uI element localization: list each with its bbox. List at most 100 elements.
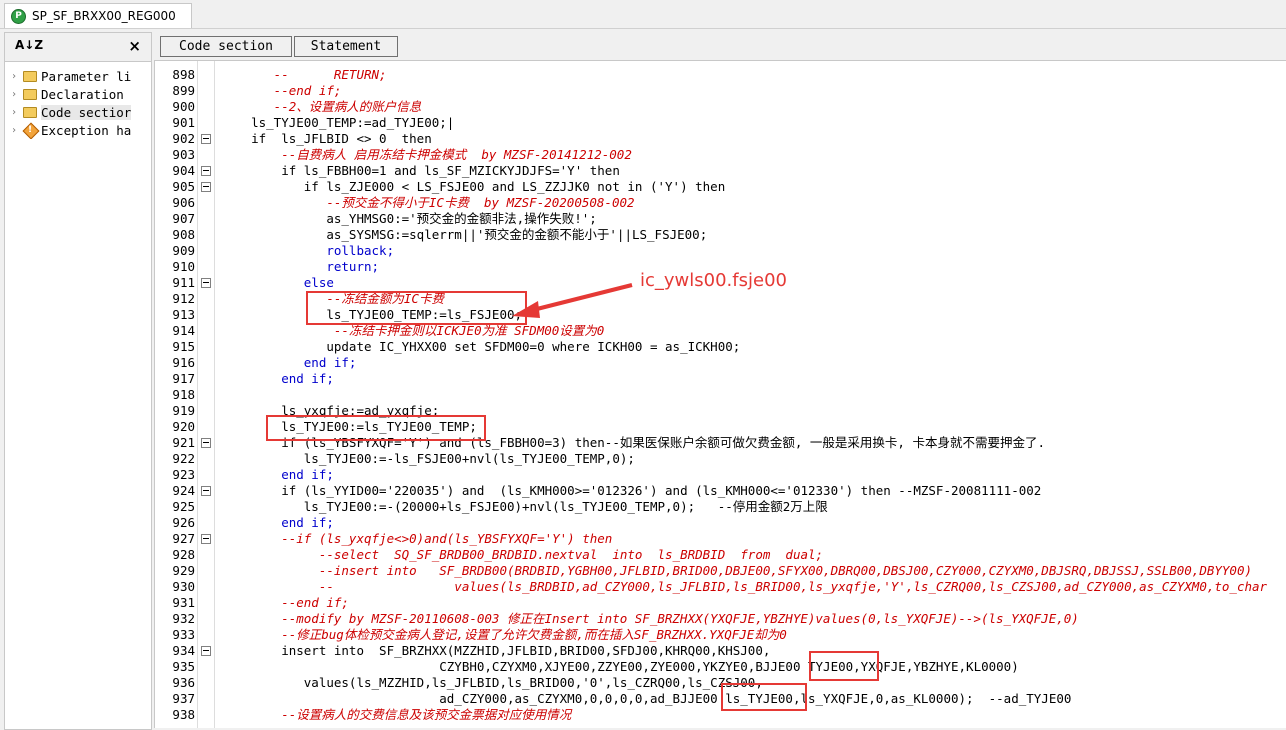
code-text: if ls_ZJE000 < LS_FSJE00 and LS_ZZJJK0 n… <box>221 179 726 194</box>
line-number: 925 <box>172 499 195 514</box>
tree-item-label: Exception ha <box>41 122 132 138</box>
line-number: 926 <box>172 515 195 530</box>
line-number: 917 <box>172 371 195 386</box>
highlight-box-937 <box>721 683 807 711</box>
chevron-right-icon[interactable]: › <box>11 107 21 118</box>
line-number: 937 <box>172 691 195 706</box>
code-text: ls_TYJE00:=-(20000+ls_FSJE00)+nvl(ls_TYJ… <box>221 499 828 514</box>
line-number: 920 <box>172 419 195 434</box>
code-text: CZYBH0,CZYXM0,XJYE00,ZZYE00,ZYE000,YKZYE… <box>221 659 1019 674</box>
code-text: insert into SF_BRZHXX(MZZHID,JFLBID,BRID… <box>221 643 771 658</box>
chevron-right-icon[interactable]: › <box>11 89 21 100</box>
code-section-button[interactable]: Code section <box>160 36 292 57</box>
code-text: else <box>221 275 334 290</box>
line-number: 935 <box>172 659 195 674</box>
code-text: end if; <box>221 515 334 530</box>
line-number: 901 <box>172 115 195 130</box>
code-text: --预交金不得小于IC卡费 by MZSF-20200508-002 <box>221 195 635 210</box>
code-text: --select SQ_SF_BRDB00_BRDBID.nextval int… <box>221 547 824 562</box>
line-number: 904 <box>172 163 195 178</box>
code-text: as_YHMSG0:='预交金的金额非法,操作失败!'; <box>221 211 597 226</box>
tab-title: SP_SF_BRXX00_REG000 <box>32 9 176 23</box>
line-number: 933 <box>172 627 195 642</box>
folder-icon <box>23 106 37 118</box>
fold-toggle-icon[interactable] <box>201 182 211 192</box>
line-number: 921 <box>172 435 195 450</box>
code-text: end if; <box>221 467 334 482</box>
close-icon[interactable]: × <box>128 37 141 55</box>
tree-item-label: Code sectior <box>41 104 132 120</box>
line-number: 928 <box>172 547 195 562</box>
code-text: values(ls_MZZHID,ls_JFLBID,ls_BRID00,'0'… <box>221 675 763 690</box>
tree-item-declaration[interactable]: › Declaration <box>11 85 151 103</box>
line-number: 910 <box>172 259 195 274</box>
line-number: 931 <box>172 595 195 610</box>
code-text: --insert into SF_BRDB00(BRDBID,YGBH00,JF… <box>221 563 1253 578</box>
fold-toggle-icon[interactable] <box>201 534 211 544</box>
line-number: 932 <box>172 611 195 626</box>
line-number: 909 <box>172 243 195 258</box>
line-number: 915 <box>172 339 195 354</box>
tree-item-parameter[interactable]: › Parameter li <box>11 67 151 85</box>
code-text: return; <box>221 259 380 274</box>
editor-toolbar: Code section Statement <box>154 32 1286 61</box>
code-text: --modify by MZSF-20110608-003 修正在Insert … <box>221 611 1079 626</box>
line-number: 934 <box>172 643 195 658</box>
fold-toggle-icon[interactable] <box>201 166 211 176</box>
fold-toggle-icon[interactable] <box>201 646 211 656</box>
line-number: 900 <box>172 99 195 114</box>
code-text: ls_TYJE00:=-ls_FSJE00+nvl(ls_TYJE00_TEMP… <box>221 451 635 466</box>
chevron-right-icon[interactable]: › <box>11 71 21 82</box>
line-number: 905 <box>172 179 195 194</box>
folder-icon <box>23 88 37 100</box>
line-number: 908 <box>172 227 195 242</box>
line-number: 929 <box>172 563 195 578</box>
line-number: 922 <box>172 451 195 466</box>
line-number: 923 <box>172 467 195 482</box>
highlight-box-920 <box>266 415 486 441</box>
highlight-box-913 <box>306 291 527 325</box>
code-text: --自费病人 启用冻结卡押金模式 by MZSF-20141212-002 <box>221 147 632 162</box>
code-text: --end if; <box>221 595 349 610</box>
fold-toggle-icon[interactable] <box>201 486 211 496</box>
line-number: 902 <box>172 131 195 146</box>
exception-icon: ! <box>23 123 37 137</box>
line-number: 912 <box>172 291 195 306</box>
fold-toggle-icon[interactable] <box>201 278 211 288</box>
code-text: update IC_YHXX00 set SFDM00=0 where ICKH… <box>221 339 741 354</box>
code-text: --2、设置病人的账户信息 <box>221 99 422 114</box>
fold-toggle-icon[interactable] <box>201 134 211 144</box>
line-number: 913 <box>172 307 195 322</box>
line-number: 930 <box>172 579 195 594</box>
line-number: 906 <box>172 195 195 210</box>
tab-procedure[interactable]: P SP_SF_BRXX00_REG000 <box>4 3 192 28</box>
code-editor[interactable]: 898 -- RETURN; 899 --end if; 900 --2、设置病人的… <box>154 61 1286 728</box>
sort-az-icon[interactable]: A↓Z <box>15 38 43 52</box>
code-text: if ls_JFLBID <> 0 then <box>221 131 432 146</box>
code-text: if (ls_YYID00='220035') and (ls_KMH000>=… <box>221 483 1042 498</box>
code-text: --if (ls_yxqfje<>0)and(ls_YBSFYXQF='Y') … <box>221 531 613 546</box>
code-text: -- RETURN; <box>221 67 387 82</box>
line-number: 898 <box>172 67 195 82</box>
procedure-icon: P <box>11 8 26 24</box>
tree-item-label: Declaration <box>41 86 124 102</box>
code-text: end if; <box>221 355 357 370</box>
folder-icon <box>23 70 37 82</box>
statement-button[interactable]: Statement <box>294 36 398 57</box>
code-text: --冻结卡押金则以ICKJE0为准 SFDM00设置为0 <box>221 323 605 338</box>
chevron-right-icon[interactable]: › <box>11 125 21 136</box>
line-number: 903 <box>172 147 195 162</box>
code-text: --end if; <box>221 83 342 98</box>
tree-item-code-section[interactable]: › Code sectior <box>11 103 151 121</box>
highlight-box-935 <box>809 651 879 681</box>
tree-item-exception[interactable]: › ! Exception ha <box>11 121 151 139</box>
line-number: 899 <box>172 83 195 98</box>
structure-panel-header: A↓Z × <box>5 33 151 62</box>
line-number: 927 <box>172 531 195 546</box>
fold-toggle-icon[interactable] <box>201 438 211 448</box>
structure-panel: A↓Z × › Parameter li › Declaration › Cod… <box>4 32 152 730</box>
tree-item-label: Parameter li <box>41 68 132 84</box>
line-number: 918 <box>172 387 195 402</box>
line-number: 919 <box>172 403 195 418</box>
line-number: 924 <box>172 483 195 498</box>
